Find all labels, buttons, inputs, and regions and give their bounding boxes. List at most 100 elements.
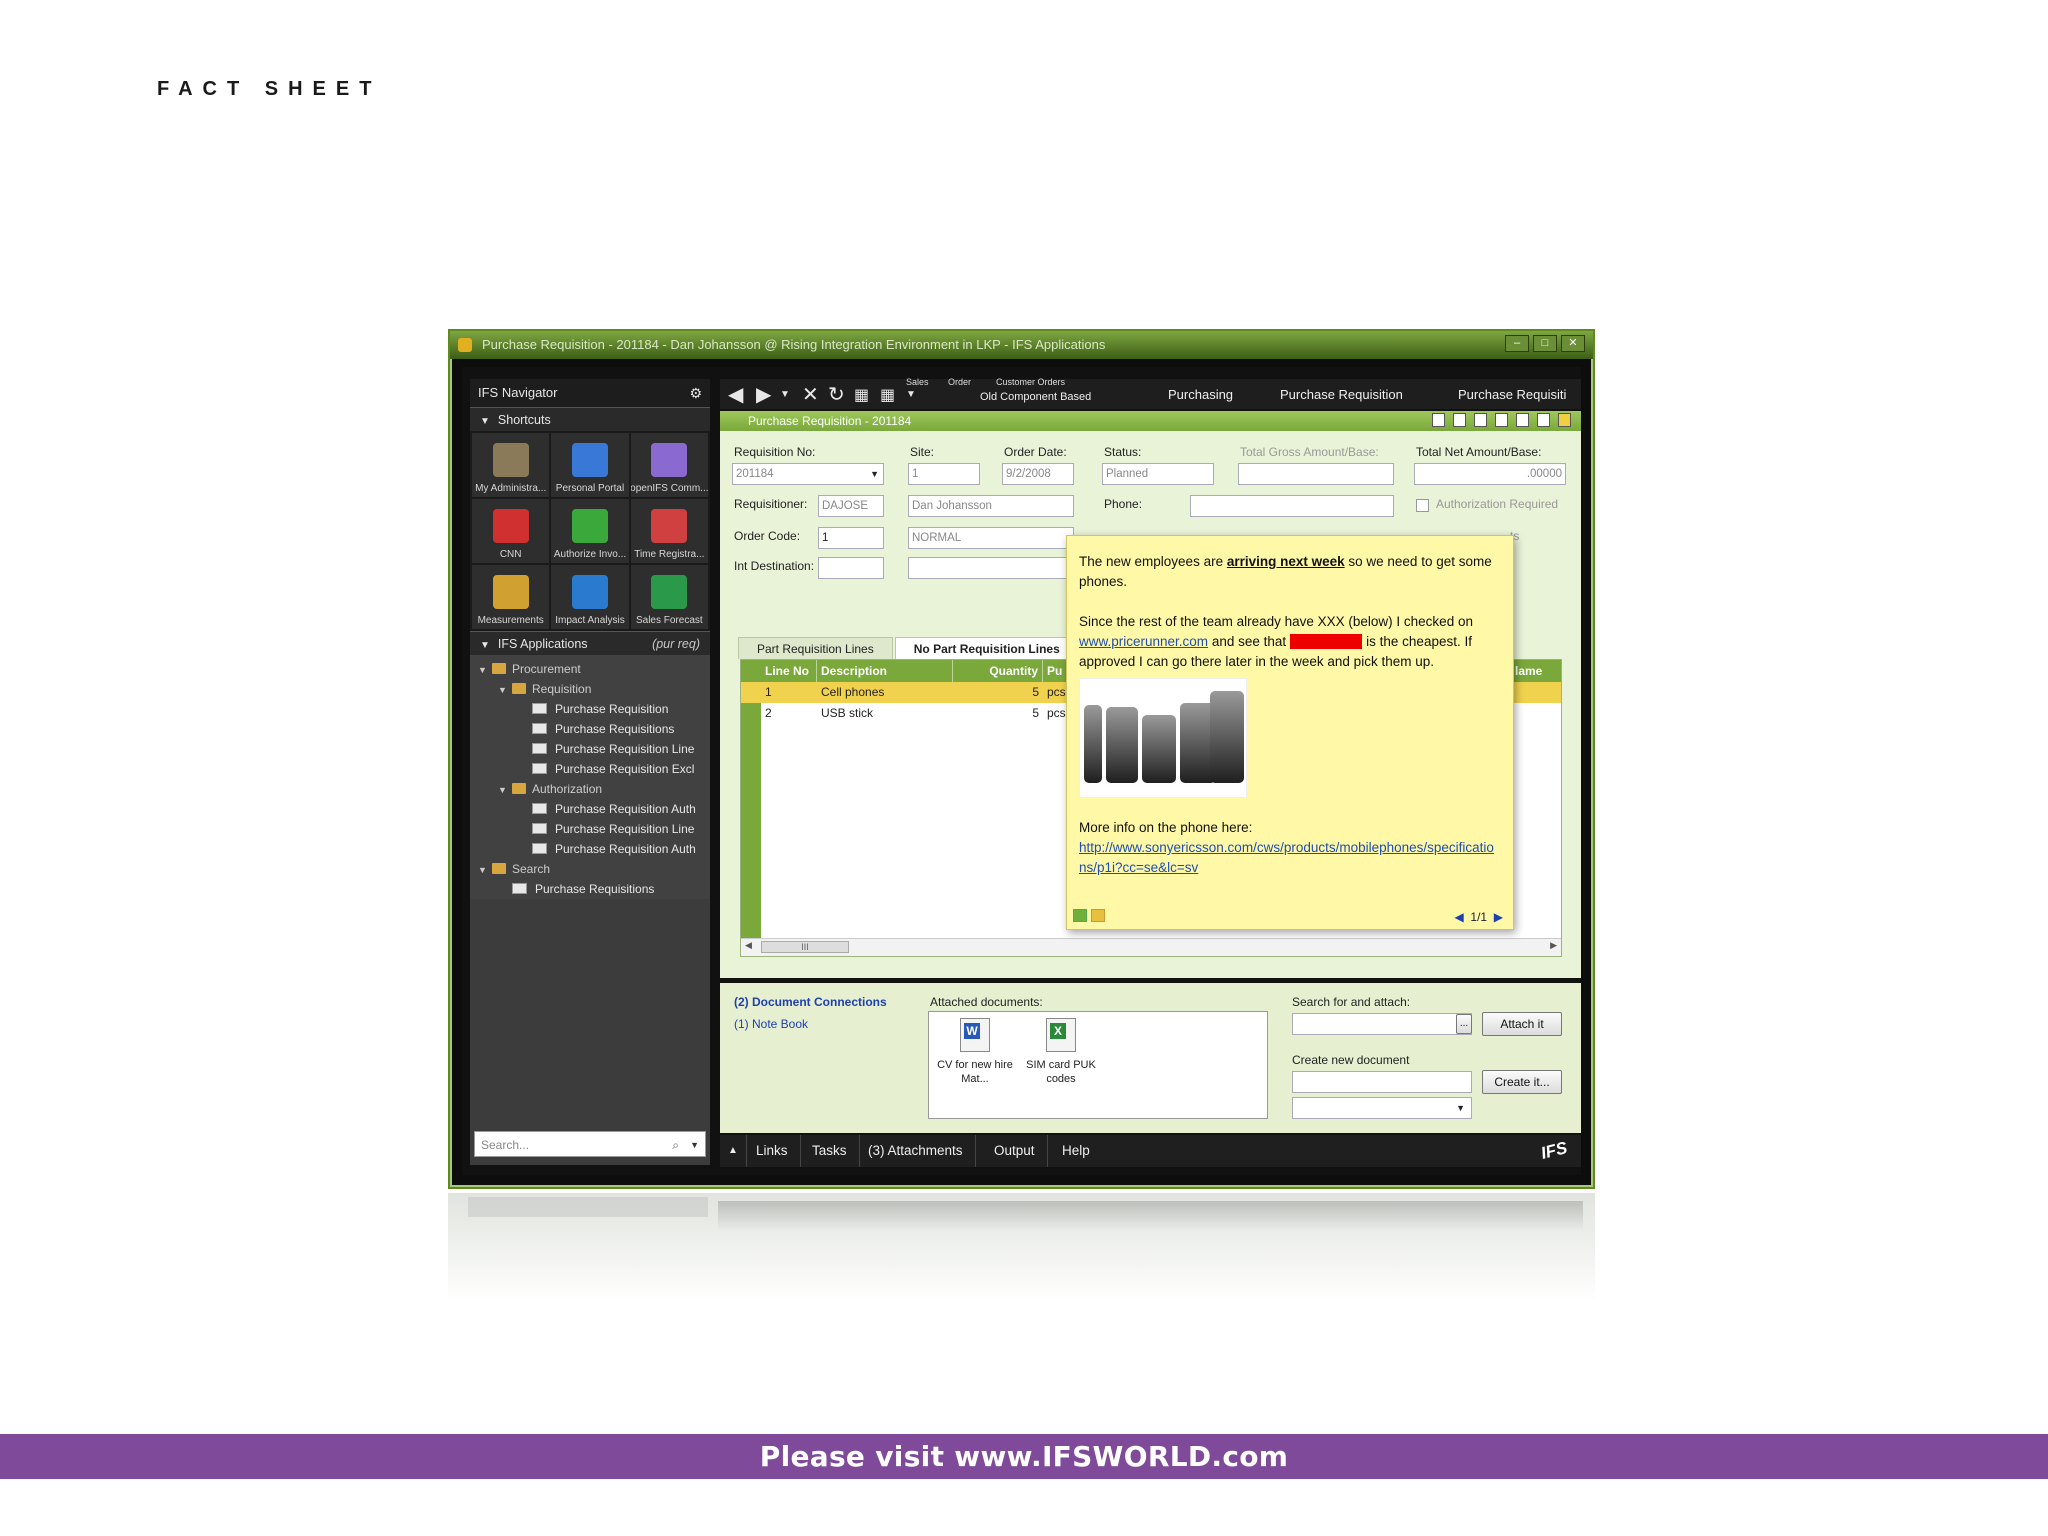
expand-arrow-icon[interactable]: ▼: [498, 680, 512, 699]
cell-desc[interactable]: USB stick: [817, 703, 953, 724]
gear-icon[interactable]: ⚙: [689, 379, 702, 407]
attach-it-button[interactable]: Attach it: [1482, 1012, 1562, 1036]
breadcrumb-purchase-requisition[interactable]: Purchase Requisition: [1280, 379, 1403, 411]
tab-tasks[interactable]: Tasks: [800, 1135, 860, 1167]
history-dropdown-icon[interactable]: ▼: [780, 389, 790, 400]
create-it-button[interactable]: Create it...: [1482, 1070, 1562, 1094]
details-icon[interactable]: [1537, 413, 1550, 427]
gross-amount-field[interactable]: [1238, 463, 1394, 485]
int-destination-desc-field[interactable]: [908, 557, 1074, 579]
tab-help[interactable]: Help: [1050, 1135, 1102, 1167]
delete-icon[interactable]: [1516, 413, 1529, 427]
authorization-required-checkbox[interactable]: [1416, 499, 1429, 512]
cell-line[interactable]: 2: [761, 703, 817, 724]
status-field[interactable]: Planned: [1102, 463, 1214, 485]
shortcut-0[interactable]: My Administra...: [472, 433, 550, 497]
notebook-link[interactable]: (1) Note Book: [734, 1017, 808, 1031]
shortcut-7[interactable]: Impact Analysis: [551, 565, 629, 629]
chevron-down-icon[interactable]: ▼: [870, 464, 879, 484]
shortcut-8[interactable]: Sales Forecast: [630, 565, 708, 629]
refresh-icon[interactable]: ↻: [828, 382, 845, 407]
col-name[interactable]: lame: [1511, 660, 1561, 682]
save-icon[interactable]: [1432, 413, 1445, 427]
collapse-arrow-icon[interactable]: ▼: [480, 416, 490, 427]
shortcut-6[interactable]: Measurements: [472, 565, 550, 629]
scroll-right-icon[interactable]: ▶: [1550, 940, 1557, 951]
shortcut-3[interactable]: CNN: [472, 499, 550, 563]
expand-arrow-icon[interactable]: ▼: [478, 860, 492, 879]
pricerunner-link[interactable]: www.pricerunner.com: [1079, 634, 1208, 649]
scroll-left-icon[interactable]: ◀: [745, 940, 752, 951]
breadcrumb-purchasing[interactable]: Purchasing: [1168, 379, 1233, 411]
breadcrumb-purchase-requisition-2[interactable]: Purchase Requisiti: [1458, 379, 1566, 411]
tree-item-9[interactable]: Purchase Requisition Auth: [470, 839, 710, 859]
attachment-item[interactable]: W CV for new hire Mat...: [935, 1018, 1015, 1086]
tree-item-4[interactable]: Purchase Requisition Line: [470, 739, 710, 759]
order-code-desc-field[interactable]: NORMAL: [908, 527, 1074, 549]
order-date-field[interactable]: 9/2/2008: [1002, 463, 1074, 485]
cell-qty[interactable]: 5: [953, 703, 1043, 724]
tree-item-10[interactable]: ▼ Search: [470, 859, 710, 879]
int-destination-field[interactable]: [818, 557, 884, 579]
cell-line[interactable]: 1: [761, 682, 817, 703]
shortcut-5[interactable]: Time Registra...: [630, 499, 708, 563]
apps-section-header[interactable]: ▼ IFS Applications (pur req): [470, 631, 710, 655]
remove-note-icon[interactable]: [1091, 909, 1105, 922]
new-record-icon[interactable]: [1495, 413, 1508, 427]
close-page-icon[interactable]: ✕: [802, 382, 819, 407]
navigator-search-input[interactable]: Search... ⌕ ▼: [474, 1131, 706, 1157]
layout-icon[interactable]: ▦: [854, 385, 869, 405]
expand-arrow-icon[interactable]: ▼: [478, 660, 492, 679]
add-note-icon[interactable]: [1073, 909, 1087, 922]
minimize-icon[interactable]: –: [1505, 335, 1529, 352]
col-quantity[interactable]: Quantity: [953, 660, 1043, 682]
net-amount-field[interactable]: .00000: [1414, 463, 1566, 485]
tree-item-8[interactable]: Purchase Requisition Line: [470, 819, 710, 839]
phone-field[interactable]: [1190, 495, 1394, 517]
back-arrow-icon[interactable]: ◀: [728, 382, 743, 407]
search-icon[interactable]: ⌕: [672, 1132, 679, 1158]
expand-arrow-icon[interactable]: ▼: [498, 780, 512, 799]
document-class-select[interactable]: ▼: [1292, 1097, 1472, 1119]
chevron-down-icon[interactable]: ▼: [906, 389, 916, 400]
tree-item-2[interactable]: Purchase Requisition: [470, 699, 710, 719]
close-icon[interactable]: ✕: [1561, 335, 1585, 352]
browse-button[interactable]: ...: [1456, 1014, 1472, 1034]
req-no-field[interactable]: 201184 ▼: [732, 463, 884, 485]
sticky-note-popup[interactable]: The new employees are arriving next week…: [1066, 535, 1514, 930]
shortcut-4[interactable]: Authorize Invo...: [551, 499, 629, 563]
tree-item-0[interactable]: ▼ Procurement: [470, 659, 710, 679]
forward-arrow-icon[interactable]: ▶: [756, 382, 771, 407]
tree-item-7[interactable]: Purchase Requisition Auth: [470, 799, 710, 819]
tree-item-3[interactable]: Purchase Requisitions: [470, 719, 710, 739]
col-line-no[interactable]: Line No: [761, 660, 817, 682]
mini-crumb-order[interactable]: Order: [948, 377, 971, 387]
search-icon[interactable]: [1453, 413, 1466, 427]
tab-part-requisition-lines[interactable]: Part Requisition Lines: [738, 637, 893, 659]
attachment-item[interactable]: X SIM card PUK codes: [1021, 1018, 1101, 1086]
grid-view-icon[interactable]: ▦: [880, 385, 895, 405]
print-icon[interactable]: [1474, 413, 1487, 427]
expand-arrow-icon[interactable]: ▲: [720, 1135, 747, 1167]
tab-links[interactable]: Links: [744, 1135, 801, 1167]
tree-item-6[interactable]: ▼ Authorization: [470, 779, 710, 799]
tab-no-part-requisition-lines[interactable]: No Part Requisition Lines: [894, 637, 1079, 659]
breadcrumb-old-component[interactable]: Old Component Based: [980, 381, 1091, 413]
requisitioner-name-field[interactable]: Dan Johansson: [908, 495, 1074, 517]
note-icon[interactable]: [1558, 413, 1571, 427]
chevron-down-icon[interactable]: ▼: [690, 1132, 699, 1158]
maximize-icon[interactable]: □: [1533, 335, 1557, 352]
prev-arrow-icon[interactable]: ◀: [1455, 910, 1464, 924]
tree-item-1[interactable]: ▼ Requisition: [470, 679, 710, 699]
order-code-field[interactable]: 1: [818, 527, 884, 549]
mini-crumb-sales[interactable]: Sales: [906, 377, 929, 387]
horizontal-scrollbar[interactable]: ◀ III ▶: [741, 938, 1561, 956]
document-connections-link[interactable]: (2) Document Connections: [734, 995, 887, 1009]
tab-attachments[interactable]: (3) Attachments: [856, 1135, 976, 1167]
chevron-down-icon[interactable]: ▼: [1456, 1098, 1465, 1118]
tree-item-11[interactable]: Purchase Requisitions: [470, 879, 710, 899]
shortcut-2[interactable]: openIFS Comm...: [630, 433, 708, 497]
site-field[interactable]: 1: [908, 463, 980, 485]
create-document-field[interactable]: [1292, 1071, 1472, 1093]
shortcuts-section-header[interactable]: ▼ Shortcuts: [470, 407, 710, 431]
